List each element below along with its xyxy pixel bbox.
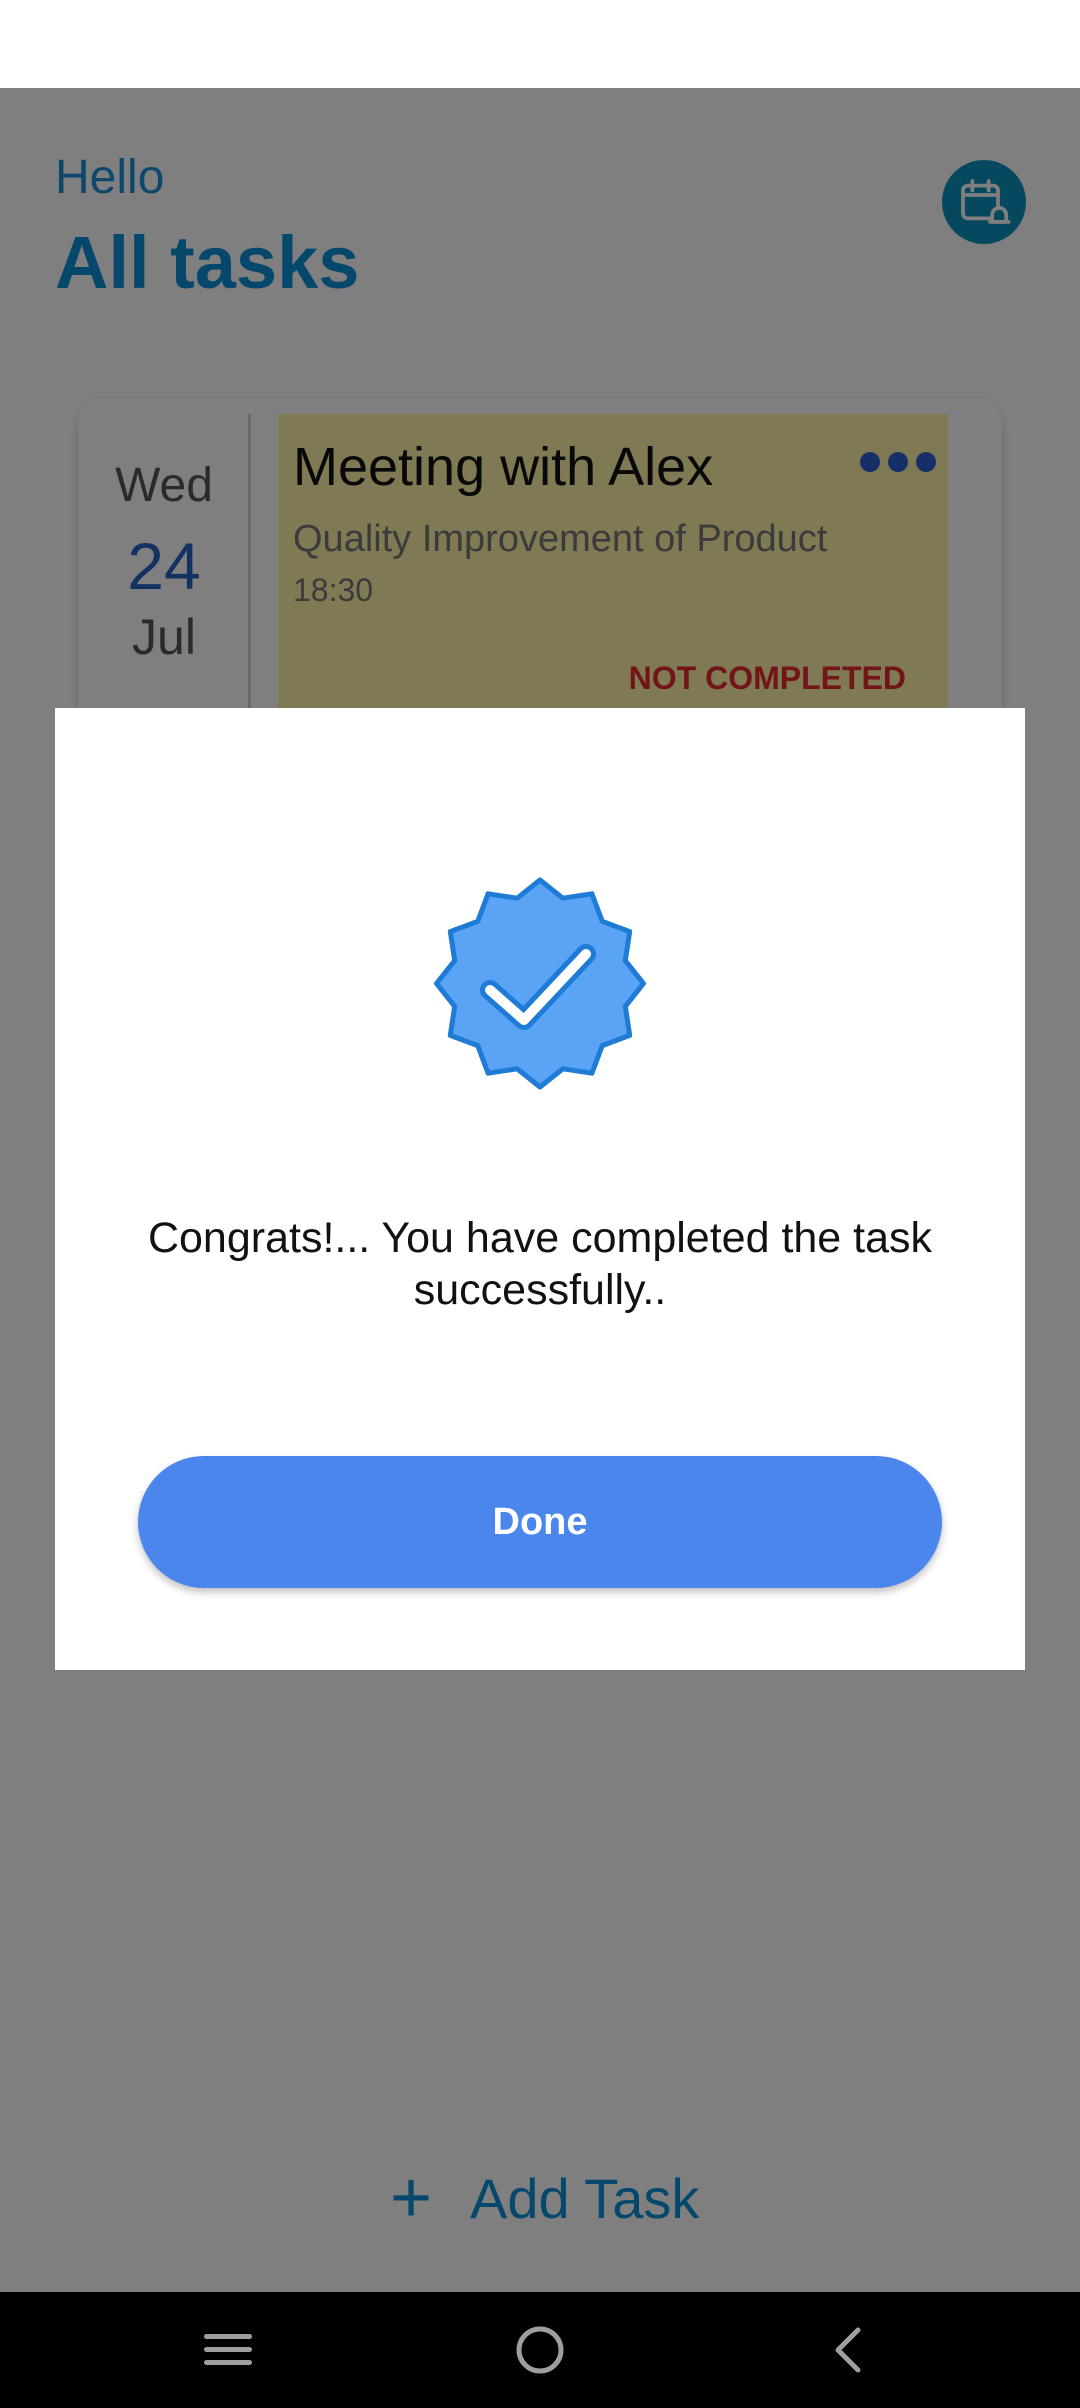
verified-badge-icon: [434, 877, 646, 1090]
done-button[interactable]: Done: [138, 1456, 942, 1588]
home-circle-icon: [516, 2326, 564, 2374]
nav-home-button[interactable]: [504, 2314, 576, 2386]
screen: Hello All tasks Wed 24 Jul Meeting with …: [0, 0, 1080, 2408]
back-chevron-icon: [835, 2327, 861, 2373]
nav-menu-button[interactable]: [192, 2314, 264, 2386]
dialog-message: Congrats!... You have completed the task…: [147, 1214, 933, 1314]
badge-shape: [434, 877, 646, 1090]
completion-dialog: Congrats!... You have completed the task…: [55, 708, 1025, 1670]
menu-icon: [204, 2334, 252, 2365]
nav-back-button[interactable]: [812, 2314, 884, 2386]
system-nav-bar: [0, 2292, 1080, 2408]
status-bar: [0, 0, 1080, 88]
